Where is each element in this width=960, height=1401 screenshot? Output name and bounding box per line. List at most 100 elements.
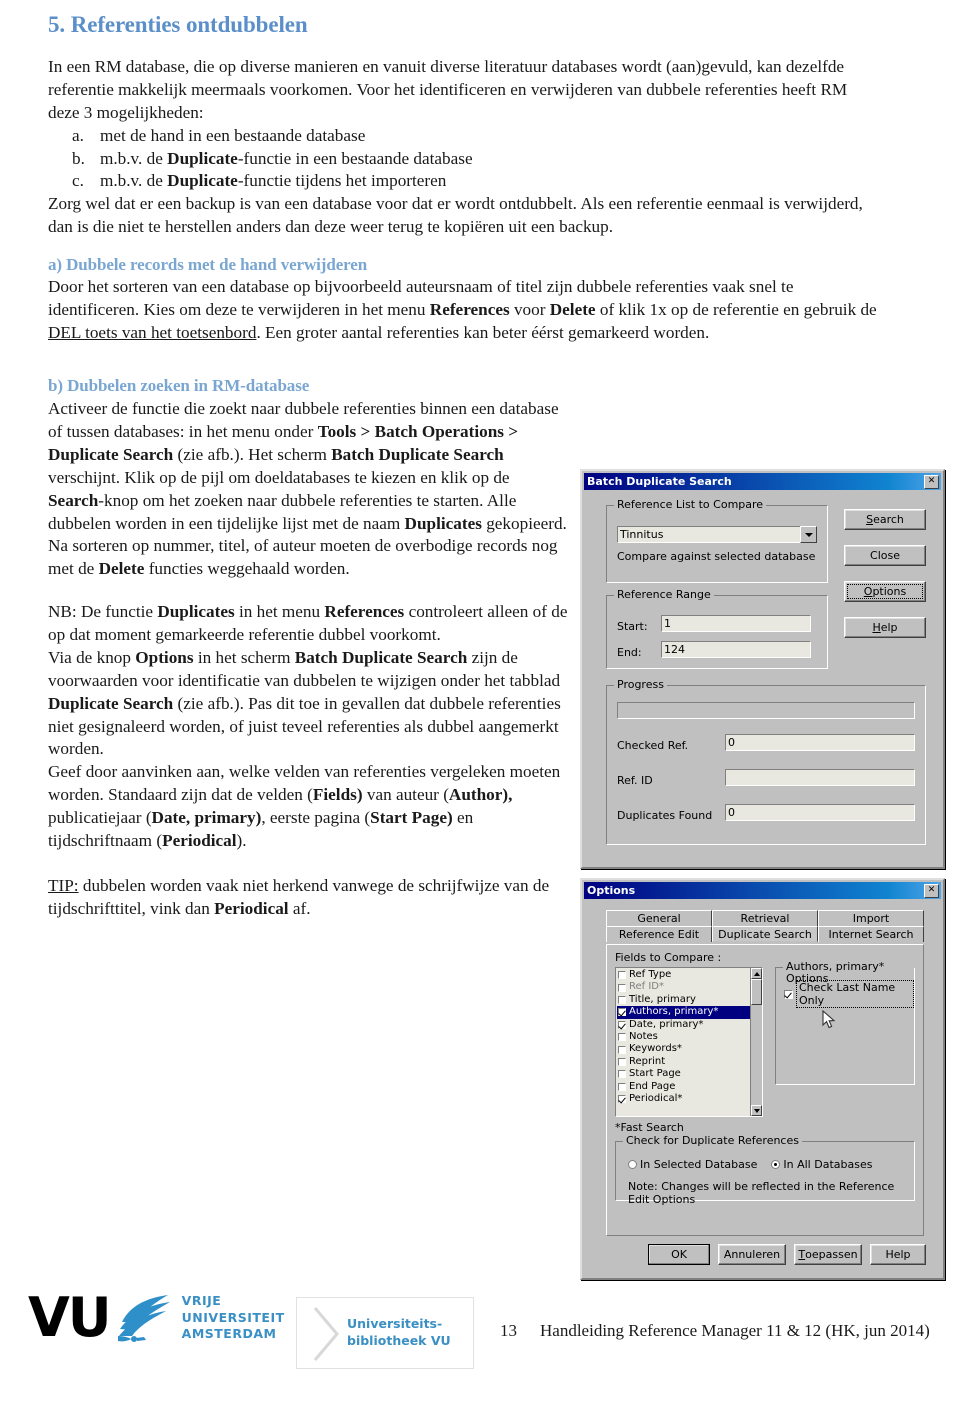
checkbox-icon[interactable] xyxy=(618,1070,626,1079)
text-underline: TIP: xyxy=(48,875,79,895)
checked-ref-value[interactable]: 0 xyxy=(725,734,915,751)
checkbox-icon[interactable] xyxy=(618,971,626,980)
apply-button-accel: T xyxy=(798,1248,806,1261)
text-bold: Periodical xyxy=(162,830,237,850)
text-bold: Batch Duplicate Search xyxy=(294,647,468,667)
list-item-label: Date, primary* xyxy=(629,1018,704,1030)
chevron-down-icon[interactable] xyxy=(800,526,817,543)
checkbox-icon[interactable] xyxy=(618,996,626,1005)
tab-duplicate-search[interactable]: Duplicate Search xyxy=(712,926,818,942)
list-item[interactable]: Keywords* xyxy=(617,1043,750,1055)
tab-reference-edit[interactable]: Reference Edit xyxy=(606,926,712,942)
scroll-up-icon[interactable] xyxy=(751,968,762,979)
page-title: 5. Referenties ontdubbelen xyxy=(48,12,308,37)
search-button[interactable]: Search xyxy=(844,509,926,530)
page-footer: VU VRIJE UNIVERSITEIT AMSTERDAM Universi… xyxy=(0,1283,960,1401)
tab-strip: General Retrieval Import Reference Edit … xyxy=(606,910,924,942)
authors-primary-options-group: Authors, primary* Options Check Last Nam… xyxy=(775,961,915,1085)
checkbox-icon[interactable] xyxy=(618,1033,626,1042)
ref-id-value[interactable] xyxy=(725,769,915,786)
close-icon[interactable]: ✕ xyxy=(924,474,939,489)
progress-bar xyxy=(617,702,915,719)
list-item: b. m.b.v. de Duplicate-functie in een bes… xyxy=(72,148,920,171)
list-item-text: m.b.v. de xyxy=(100,171,168,191)
list-item-bold: Duplicate xyxy=(167,171,238,191)
help-button[interactable]: Help xyxy=(844,617,926,638)
end-input[interactable]: 124 xyxy=(661,641,811,658)
apply-button[interactable]: Toepassen xyxy=(794,1244,862,1265)
duplicates-found-value[interactable]: 0 xyxy=(725,804,915,821)
ok-button[interactable]: OK xyxy=(648,1244,710,1265)
duplicate-search-panel: Fields to Compare : Ref Type Ref ID* Tit… xyxy=(606,944,924,1236)
close-icon[interactable]: ✕ xyxy=(924,883,939,898)
footer-document-title: Handleiding Reference Manager 11 & 12 (H… xyxy=(540,1321,930,1340)
library-line-2: bibliotheek VU xyxy=(347,1333,451,1348)
batch-duplicate-search-dialog[interactable]: Batch Duplicate Search ✕ Reference List … xyxy=(580,469,945,869)
list-item-label: Notes xyxy=(629,1031,658,1043)
options-button-label-rest: ptions xyxy=(872,585,907,598)
batch-dialog-titlebar[interactable]: Batch Duplicate Search ✕ xyxy=(584,473,941,490)
scroll-track[interactable] xyxy=(751,979,762,1105)
reference-list-value[interactable]: Tinnitus xyxy=(617,526,800,543)
tab-retrieval[interactable]: Retrieval xyxy=(712,910,818,926)
checkbox-icon[interactable] xyxy=(618,1008,626,1017)
options-button[interactable]: Options xyxy=(844,581,926,602)
radio-in-selected-database[interactable]: In Selected Database xyxy=(628,1158,757,1171)
options-help-button[interactable]: Help xyxy=(870,1244,926,1265)
subsection-a-title: a) Dubbele records met de hand verwijder… xyxy=(48,255,368,274)
tab-general[interactable]: General xyxy=(606,910,712,926)
text-bold: Search xyxy=(48,490,99,510)
list-item[interactable]: End Page xyxy=(617,1081,750,1093)
text-bold: Start Page) xyxy=(370,808,453,828)
reference-list-combo[interactable]: Tinnitus xyxy=(617,526,817,543)
list-item[interactable]: Ref ID* xyxy=(617,981,750,993)
fields-list[interactable]: Ref Type Ref ID* Title, primary Authors,… xyxy=(616,968,750,1116)
checkbox-icon[interactable] xyxy=(618,1095,626,1104)
cancel-button[interactable]: Annuleren xyxy=(718,1244,786,1265)
options-dialog[interactable]: Options ✕ General Retrieval Import Refer… xyxy=(580,878,945,1280)
text-run: in het scherm xyxy=(193,647,295,667)
checkbox-icon[interactable] xyxy=(618,1058,626,1067)
start-input[interactable]: 1 xyxy=(661,615,811,632)
checkbox-icon[interactable] xyxy=(784,989,793,999)
text-run: voor xyxy=(509,299,550,319)
options-dialog-titlebar[interactable]: Options ✕ xyxy=(584,882,941,899)
checkbox-icon[interactable] xyxy=(618,1082,626,1091)
check-last-name-only-label[interactable]: Check Last Name Only xyxy=(796,980,914,1008)
text-bold: Delete xyxy=(98,559,145,579)
end-label: End: xyxy=(617,646,642,659)
list-item[interactable]: Notes xyxy=(617,1031,750,1043)
search-button-label-rest: earch xyxy=(873,513,904,526)
list-item[interactable]: Date, primary* xyxy=(617,1019,750,1031)
list-item[interactable]: Ref Type xyxy=(617,969,750,981)
tab-internet-search[interactable]: Internet Search xyxy=(818,926,924,942)
list-item[interactable]: Start Page xyxy=(617,1068,750,1080)
list-item[interactable]: Title, primary xyxy=(617,994,750,1006)
scroll-down-icon[interactable] xyxy=(751,1105,762,1116)
duplicate-scope-radios[interactable]: In Selected Database In All Databases xyxy=(628,1158,872,1171)
checkbox-icon[interactable] xyxy=(618,1020,626,1029)
list-item[interactable]: Authors, primary* xyxy=(617,1006,750,1019)
nb-paragraph: NB: De functie Duplicates in het menu Re… xyxy=(48,601,568,647)
text-bold: Periodical xyxy=(214,898,289,918)
fields-to-compare-listbox[interactable]: Ref Type Ref ID* Title, primary Authors,… xyxy=(615,967,763,1117)
checkbox-icon[interactable] xyxy=(618,983,626,992)
close-button[interactable]: Close xyxy=(844,545,926,566)
tab-import[interactable]: Import xyxy=(818,910,924,926)
vu-logo: VU VRIJE UNIVERSITEIT AMSTERDAM xyxy=(28,1291,285,1345)
radio-icon[interactable] xyxy=(628,1160,637,1169)
radio-icon[interactable] xyxy=(771,1160,781,1169)
list-marker: a. xyxy=(72,125,84,145)
text-run: verschijnt. Klik op de pijl om doeldatab… xyxy=(48,467,510,487)
list-item[interactable]: Periodical* xyxy=(617,1093,750,1105)
checkbox-icon[interactable] xyxy=(618,1045,626,1054)
scroll-thumb[interactable] xyxy=(751,979,762,1005)
tab-row-1: General Retrieval Import xyxy=(606,910,924,926)
list-item[interactable]: Reprint xyxy=(617,1056,750,1068)
text-underline: DEL toets van het toetsenbord xyxy=(48,322,257,342)
list-marker: c. xyxy=(72,171,84,191)
check-last-name-only-row[interactable]: Check Last Name Only xyxy=(784,980,914,1008)
fields-list-scrollbar[interactable] xyxy=(750,968,762,1116)
radio-in-all-databases[interactable]: In All Databases xyxy=(771,1158,872,1171)
